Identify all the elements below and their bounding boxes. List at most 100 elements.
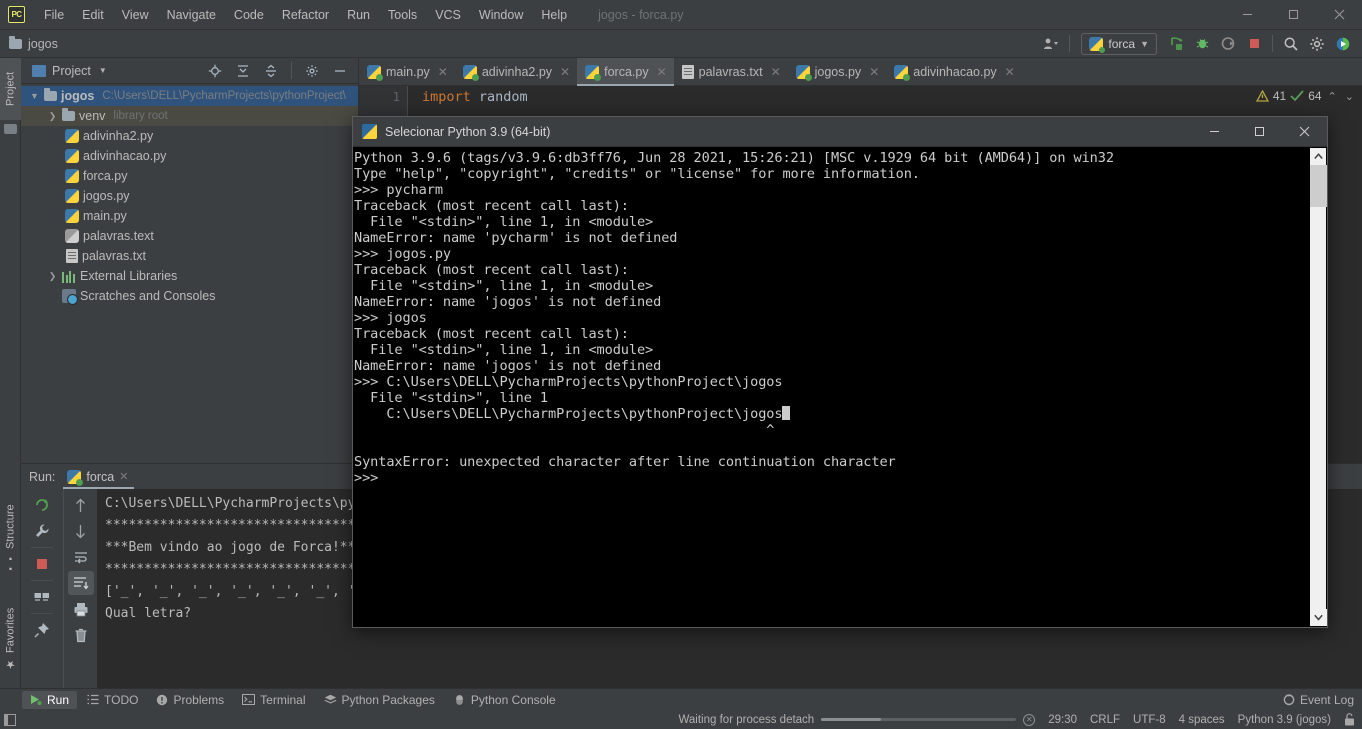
scroll-up-arrow-icon[interactable] [1310, 148, 1326, 165]
settings-icon[interactable] [299, 59, 325, 83]
inspection-widget[interactable]: 41 64 ⌃ ⌄ [1255, 89, 1356, 103]
coverage-icon[interactable] [1215, 32, 1241, 56]
tree-item-forca[interactable]: forca.py [21, 166, 358, 186]
tool-tab-project[interactable]: Project [0, 58, 21, 120]
menu-item-file[interactable]: File [35, 4, 73, 26]
run-panel-tab-forca[interactable]: forca ✕ [63, 468, 135, 489]
minimize-button[interactable] [1224, 0, 1270, 30]
bottom-tab-python-packages[interactable]: Python Packages [316, 691, 443, 709]
run-configuration-selector[interactable]: forca ▼ [1081, 32, 1157, 55]
close-icon[interactable]: ✕ [657, 65, 667, 79]
maximize-button[interactable] [1270, 0, 1316, 30]
console-scrollbar[interactable] [1309, 148, 1327, 626]
layout-icon[interactable] [29, 585, 55, 609]
console-close-button[interactable] [1282, 117, 1327, 146]
scroll-up-icon[interactable]: ⌃ [1326, 90, 1339, 103]
settings-icon[interactable] [1304, 32, 1330, 56]
updates-icon[interactable] [1330, 32, 1356, 56]
pin-icon[interactable] [29, 618, 55, 642]
tree-item-external-libraries[interactable]: ❯ External Libraries [21, 266, 358, 286]
caret-position[interactable]: 29:30 [1048, 714, 1077, 726]
console-title-bar[interactable]: Selecionar Python 3.9 (64-bit) [353, 117, 1327, 147]
scroll-down-icon[interactable]: ⌄ [1343, 90, 1356, 103]
file-encoding[interactable]: UTF-8 [1133, 714, 1166, 726]
console-body[interactable]: Python 3.9.6 (tags/v3.9.6:db3ff76, Jun 2… [353, 147, 1327, 627]
bottom-tab-todo[interactable]: TODO [79, 691, 146, 709]
breadcrumb[interactable]: jogos [9, 35, 58, 51]
scroll-to-end-icon[interactable] [67, 571, 94, 595]
chevron-right-icon[interactable]: ❯ [47, 271, 58, 282]
trash-icon[interactable] [68, 623, 94, 647]
tree-item-main[interactable]: main.py [21, 206, 358, 226]
python-console-window[interactable]: Selecionar Python 3.9 (64-bit) Python 3.… [352, 116, 1328, 628]
hide-panel-icon[interactable] [327, 59, 353, 83]
close-button[interactable] [1316, 0, 1362, 30]
settings-wrench-icon[interactable] [29, 519, 55, 543]
menu-item-code[interactable]: Code [225, 4, 273, 26]
close-icon[interactable]: ✕ [438, 65, 448, 79]
tree-item-palavras-text[interactable]: palavras.text [21, 226, 358, 246]
cancel-icon[interactable]: ✕ [1023, 713, 1036, 726]
bottom-tab-run[interactable]: Run [22, 690, 78, 709]
tree-item-adivinha2[interactable]: adivinha2.py [21, 126, 358, 146]
editor-tab-adivinhacao[interactable]: adivinhacao.py ✕ [886, 58, 1021, 85]
close-icon[interactable]: ✕ [771, 65, 781, 79]
chevron-down-icon[interactable]: ▼ [29, 91, 40, 102]
menu-item-tools[interactable]: Tools [379, 4, 426, 26]
menu-item-view[interactable]: View [113, 4, 158, 26]
editor-tab-adivinha2[interactable]: adivinha2.py ✕ [455, 58, 577, 85]
menu-item-edit[interactable]: Edit [73, 4, 113, 26]
tool-tab-favorites[interactable]: ★ Favorites [0, 598, 21, 680]
stop-icon[interactable] [1241, 32, 1267, 56]
locate-icon[interactable] [202, 59, 228, 83]
menu-item-vcs[interactable]: VCS [426, 4, 470, 26]
tree-item-venv[interactable]: ❯ venv library root [21, 106, 358, 126]
editor-tab-jogos[interactable]: jogos.py ✕ [788, 58, 887, 85]
close-icon[interactable]: ✕ [869, 65, 879, 79]
stop-icon[interactable] [29, 552, 55, 576]
expand-all-icon[interactable] [230, 59, 256, 83]
chevron-down-icon[interactable]: ▼ [99, 66, 107, 75]
menu-item-refactor[interactable]: Refactor [273, 4, 338, 26]
scroll-down-arrow-icon[interactable] [1310, 609, 1327, 626]
up-arrow-icon[interactable] [68, 493, 94, 517]
menu-item-help[interactable]: Help [532, 4, 576, 26]
indent-setting[interactable]: 4 spaces [1179, 714, 1225, 726]
rerun-icon[interactable] [29, 493, 55, 517]
close-icon[interactable]: ✕ [119, 470, 128, 483]
menu-item-run[interactable]: Run [338, 4, 379, 26]
console-maximize-button[interactable] [1237, 117, 1282, 146]
close-icon[interactable]: ✕ [560, 65, 570, 79]
bottom-tab-problems[interactable]: Problems [148, 691, 232, 709]
bottom-tab-python-console[interactable]: Python Console [445, 691, 564, 709]
tool-tab-structure[interactable]: ▪▪ Structure [0, 500, 21, 578]
print-icon[interactable] [68, 597, 94, 621]
chevron-right-icon[interactable]: ❯ [47, 111, 58, 122]
hide-all-windows-icon[interactable] [0, 713, 20, 726]
collapse-all-icon[interactable] [258, 59, 284, 83]
event-log-button[interactable]: Event Log [1283, 693, 1354, 707]
python-interpreter[interactable]: Python 3.9 (jogos) [1238, 714, 1331, 726]
run-icon[interactable] [1163, 32, 1189, 56]
scrollbar-thumb[interactable] [1310, 165, 1327, 207]
tree-item-scratches[interactable]: Scratches and Consoles [21, 286, 358, 306]
line-separator[interactable]: CRLF [1090, 714, 1120, 726]
debug-icon[interactable] [1189, 32, 1215, 56]
menu-item-navigate[interactable]: Navigate [158, 4, 225, 26]
background-process[interactable]: Waiting for process detach ✕ [678, 713, 1036, 726]
editor-tab-palavras-txt[interactable]: palavras.txt ✕ [674, 58, 788, 85]
down-arrow-icon[interactable] [68, 519, 94, 543]
tree-item-adivinhacao[interactable]: adivinhacao.py [21, 146, 358, 166]
tree-item-jogos-py[interactable]: jogos.py [21, 186, 358, 206]
menu-item-window[interactable]: Window [470, 4, 532, 26]
unlock-icon[interactable] [1344, 713, 1355, 726]
tree-item-palavras-txt[interactable]: palavras.txt [21, 246, 358, 266]
tree-item-jogos[interactable]: ▼ jogos C:\Users\DELL\PycharmProjects\py… [21, 86, 358, 106]
console-minimize-button[interactable] [1192, 117, 1237, 146]
search-icon[interactable] [1278, 32, 1304, 56]
user-avatar-icon[interactable] [1038, 32, 1064, 56]
editor-tab-forca[interactable]: forca.py ✕ [577, 58, 674, 86]
close-icon[interactable]: ✕ [1005, 65, 1015, 79]
bottom-tab-terminal[interactable]: Terminal [234, 691, 313, 709]
soft-wrap-icon[interactable] [68, 545, 94, 569]
